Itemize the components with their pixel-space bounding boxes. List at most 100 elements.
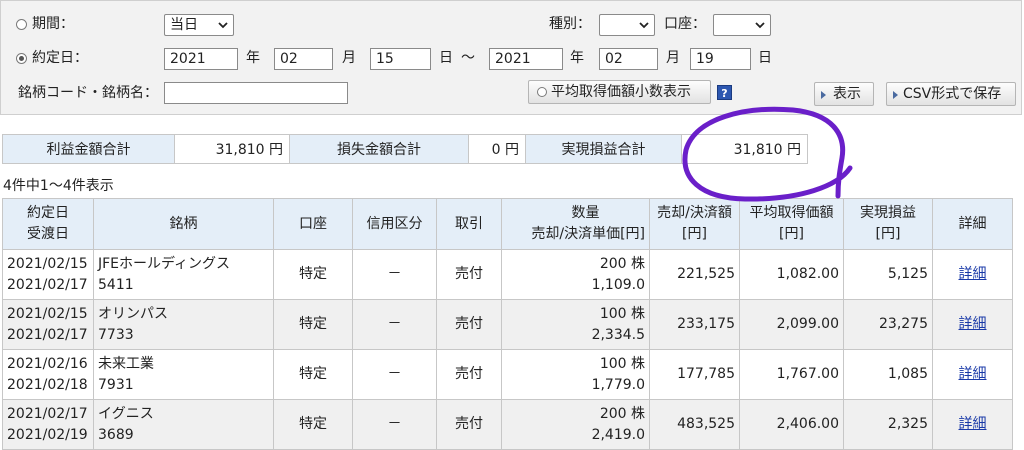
margin-cell: － — [352, 349, 437, 400]
stock-code: 5411 — [98, 276, 134, 293]
margin-cell: － — [352, 249, 437, 300]
margin-cell: － — [352, 299, 437, 350]
stock-name: 未来工業 — [98, 355, 154, 372]
header-avg: 平均取得価額 [円] — [739, 198, 844, 250]
period-radio[interactable] — [16, 19, 27, 30]
loss-total-label: 損失金額合計 — [289, 134, 469, 164]
stock-cell: 未来工業 7931 — [93, 349, 274, 400]
detail-link[interactable]: 詳細 — [959, 416, 987, 432]
pl-cell: 5,125 — [843, 249, 933, 300]
csv-save-button-label: CSV形式で保存 — [903, 86, 1002, 102]
trade-date: 2021/02/15 — [7, 255, 88, 272]
detail-link[interactable]: 詳細 — [959, 366, 987, 382]
avg-cell: 2,406.00 — [739, 399, 844, 450]
to-year-unit: 年 — [570, 50, 584, 66]
display-button[interactable]: 表示 — [814, 82, 874, 106]
triangle-right-icon — [893, 91, 898, 99]
settle-date: 2021/02/17 — [7, 276, 88, 293]
detail-cell: 詳細 — [932, 299, 1013, 350]
from-day-input[interactable]: 15 — [370, 48, 431, 70]
header-trade: 取引 — [436, 198, 502, 250]
header-pl: 実現損益 [円] — [843, 198, 933, 250]
header-date: 約定日 受渡日 — [2, 198, 94, 250]
account-cell: 特定 — [273, 249, 353, 300]
period-select[interactable]: 当日 — [164, 14, 234, 36]
header-name: 銘柄 — [93, 198, 274, 250]
range-tilde: 〜 — [461, 50, 475, 66]
display-button-label: 表示 — [833, 86, 861, 102]
account-cell: 特定 — [273, 349, 353, 400]
qty-cell: 200 株 2,419.0 — [501, 399, 650, 450]
type-select[interactable] — [599, 14, 655, 36]
help-icon[interactable]: ? — [717, 85, 732, 100]
period-label: 期間： — [32, 16, 74, 32]
chevron-down-icon — [755, 22, 765, 29]
stock-name: イグニス — [98, 405, 154, 422]
detail-link[interactable]: 詳細 — [959, 316, 987, 332]
header-account: 口座 — [273, 198, 353, 250]
account-label: 口座： — [664, 16, 706, 32]
header-detail: 詳細 — [932, 198, 1013, 250]
type-label: 種別： — [549, 16, 591, 32]
qty: 200 株 — [599, 255, 645, 272]
contract-date-label: 約定日： — [32, 50, 88, 66]
pl-cell: 2,325 — [843, 399, 933, 450]
settle-date: 2021/02/19 — [7, 426, 88, 443]
avg-cell: 1,767.00 — [739, 349, 844, 400]
to-year-input[interactable]: 2021 — [489, 48, 563, 70]
triangle-right-icon — [821, 91, 826, 99]
profit-total-label: 利益金額合計 — [2, 134, 175, 164]
chevron-down-icon — [639, 22, 649, 29]
account-cell: 特定 — [273, 399, 353, 450]
summary-table: 利益金額合計 31,810 円 損失金額合計 0 円 実現損益合計 31,810… — [2, 134, 808, 164]
trade-cell: 売付 — [436, 249, 502, 300]
result-count: 4件中1〜4件表示 — [3, 178, 114, 194]
csv-save-button[interactable]: CSV形式で保存 — [886, 82, 1016, 106]
stock-code: 3689 — [98, 426, 134, 443]
detail-link[interactable]: 詳細 — [959, 266, 987, 282]
date-cell: 2021/02/15 2021/02/17 — [2, 299, 94, 350]
stock-cell: JFEホールディングス 5411 — [93, 249, 274, 300]
to-day-input[interactable]: 19 — [690, 48, 751, 70]
amount-cell: 177,785 — [649, 349, 740, 400]
profit-total-value: 31,810 円 — [174, 134, 290, 164]
contract-date-radio[interactable] — [16, 53, 27, 64]
detail-cell: 詳細 — [932, 349, 1013, 400]
avg-cell: 2,099.00 — [739, 299, 844, 350]
to-month-input[interactable]: 02 — [599, 48, 658, 70]
to-day-unit: 日 — [758, 50, 772, 66]
search-panel: 期間： 当日 種別： 口座： 約定日： 2021 年 02 月 15 日 〜 2… — [0, 0, 1022, 115]
from-month-input[interactable]: 02 — [274, 48, 333, 70]
settle-date: 2021/02/17 — [7, 326, 88, 343]
trade-cell: 売付 — [436, 299, 502, 350]
amount-cell: 221,525 — [649, 249, 740, 300]
avg-decimal-button[interactable]: 平均取得価額小数表示 — [528, 80, 711, 104]
results-table: 約定日 受渡日 銘柄 口座 信用区分 取引 数量 売却/決済単価[円] 売却/決済額… — [2, 198, 1013, 450]
avg-decimal-button-label: 平均取得価額小数表示 — [551, 84, 691, 100]
avg-cell: 1,082.00 — [739, 249, 844, 300]
from-year-unit: 年 — [246, 50, 260, 66]
date-cell: 2021/02/16 2021/02/18 — [2, 349, 94, 400]
period-select-value: 当日 — [170, 17, 198, 33]
detail-cell: 詳細 — [932, 249, 1013, 300]
margin-cell: － — [352, 399, 437, 450]
amount-cell: 233,175 — [649, 299, 740, 350]
from-year-input[interactable]: 2021 — [164, 48, 238, 70]
unit-price: 1,109.0 — [591, 276, 645, 293]
from-day-unit: 日 — [439, 50, 453, 66]
stock-name: JFEホールディングス — [98, 255, 231, 272]
table-row: 2021/02/16 2021/02/18 未来工業 7931 特定－売付 100 株 1,… — [2, 349, 1013, 400]
stock-code: 7733 — [98, 326, 134, 343]
trade-cell: 売付 — [436, 399, 502, 450]
account-select[interactable] — [713, 14, 771, 36]
realized-total-label: 実現損益合計 — [525, 134, 682, 164]
code-input[interactable] — [164, 82, 348, 104]
chevron-down-icon — [218, 22, 228, 29]
qty: 100 株 — [599, 355, 645, 372]
pl-cell: 23,275 — [843, 299, 933, 350]
unit-price: 1,779.0 — [591, 376, 645, 393]
from-month-unit: 月 — [342, 50, 356, 66]
header-amount: 売却/決済額 [円] — [649, 198, 740, 250]
stock-cell: オリンパス 7733 — [93, 299, 274, 350]
stock-code: 7931 — [98, 376, 134, 393]
